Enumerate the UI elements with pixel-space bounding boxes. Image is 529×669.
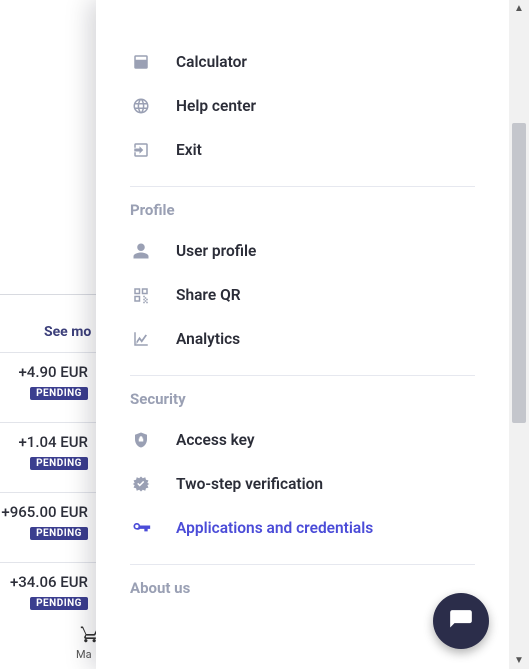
scroll-down-arrow[interactable]: ▼ bbox=[514, 652, 524, 669]
menu-item-label: Two-step verification bbox=[176, 475, 323, 493]
chat-fab[interactable] bbox=[433, 593, 489, 649]
menu-item-label: Exit bbox=[176, 141, 202, 159]
menu-item-label: Share QR bbox=[176, 286, 241, 304]
analytics-icon bbox=[130, 328, 152, 350]
bottom-label: Ma bbox=[76, 648, 92, 661]
chat-icon bbox=[448, 608, 474, 634]
transaction-row[interactable]: +965.00 EUR PENDING bbox=[0, 492, 96, 548]
menu-item-exit[interactable]: Exit bbox=[130, 128, 475, 172]
menu-item-help-center[interactable]: Help center bbox=[130, 84, 475, 128]
menu-item-share-qr[interactable]: Share QR bbox=[130, 273, 475, 317]
menu-item-two-step[interactable]: Two-step verification bbox=[130, 462, 475, 506]
user-icon bbox=[130, 240, 152, 262]
see-more-link[interactable]: See mo bbox=[44, 324, 91, 340]
menu-item-label: Access key bbox=[176, 431, 255, 449]
shield-icon bbox=[130, 429, 152, 451]
amount: +4.90 EUR bbox=[0, 363, 88, 381]
transaction-row[interactable]: +34.06 EUR PENDING bbox=[0, 562, 96, 618]
background-list: See mo +4.90 EUR PENDING +1.04 EUR PENDI… bbox=[0, 0, 96, 669]
settings-panel: Calculator Help center Exit Profile bbox=[96, 0, 509, 669]
status-badge: PENDING bbox=[30, 597, 88, 610]
transaction-row[interactable]: +1.04 EUR PENDING bbox=[0, 422, 96, 478]
menu-item-label: Applications and credentials bbox=[176, 519, 373, 537]
divider bbox=[130, 375, 475, 376]
section-title-profile: Profile bbox=[130, 201, 475, 219]
menu-item-label: Analytics bbox=[176, 330, 240, 348]
menu-item-label: User profile bbox=[176, 242, 256, 260]
section-title-security: Security bbox=[130, 390, 475, 408]
verified-icon bbox=[130, 473, 152, 495]
status-badge: PENDING bbox=[30, 457, 88, 470]
exit-icon bbox=[130, 139, 152, 161]
globe-icon bbox=[130, 95, 152, 117]
menu-item-calculator[interactable]: Calculator bbox=[130, 40, 475, 84]
divider bbox=[130, 564, 475, 565]
menu-item-access-key[interactable]: Access key bbox=[130, 418, 475, 462]
status-badge: PENDING bbox=[30, 527, 88, 540]
scrollbar-thumb[interactable] bbox=[512, 123, 526, 423]
calculator-icon bbox=[130, 51, 152, 73]
section-title-about: About us bbox=[130, 579, 475, 597]
scroll-up-arrow[interactable]: ▲ bbox=[514, 0, 524, 17]
scrollbar-track[interactable] bbox=[509, 17, 529, 652]
qr-icon bbox=[130, 284, 152, 306]
amount: +34.06 EUR bbox=[0, 573, 88, 591]
scrollbar[interactable]: ▲ ▼ bbox=[509, 0, 529, 669]
menu-item-label: Calculator bbox=[176, 53, 247, 71]
transaction-row[interactable]: +4.90 EUR PENDING bbox=[0, 352, 96, 408]
menu-item-label: Help center bbox=[176, 97, 256, 115]
menu-item-user-profile[interactable]: User profile bbox=[130, 229, 475, 273]
menu-item-applications-credentials[interactable]: Applications and credentials bbox=[130, 506, 475, 550]
key-icon bbox=[130, 517, 152, 539]
menu-item-analytics[interactable]: Analytics bbox=[130, 317, 475, 361]
divider bbox=[130, 186, 475, 187]
amount: +965.00 EUR bbox=[0, 503, 88, 521]
amount: +1.04 EUR bbox=[0, 433, 88, 451]
status-badge: PENDING bbox=[30, 387, 88, 400]
